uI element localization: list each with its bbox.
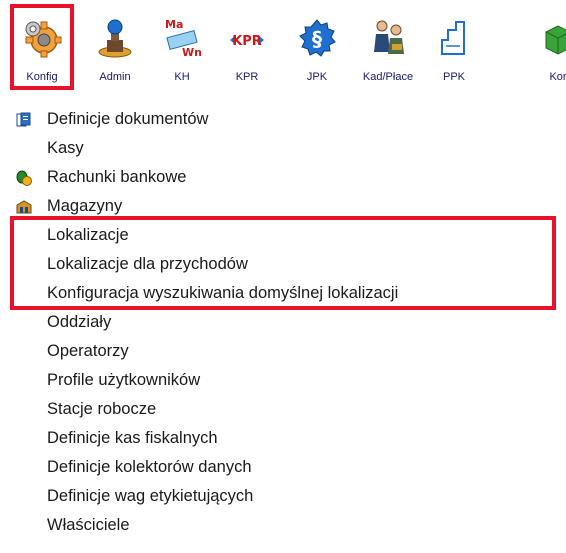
toolbar-button-ppk[interactable]: PPK <box>426 8 482 88</box>
konfig-selection-highlight <box>10 4 74 90</box>
toolbar-button-kad-place[interactable]: Kad/Płace <box>356 8 420 88</box>
ppk-chart-icon <box>441 21 465 55</box>
toolbar-label: PPK <box>442 71 465 83</box>
menu-item-definicje-dokumentow[interactable]: Definicje dokumentów <box>0 105 566 134</box>
wn-text: Wn <box>182 46 202 58</box>
toolbar-label: KPR <box>235 71 259 83</box>
kpr-text: KPR <box>232 34 262 49</box>
ma-text: Ma <box>165 18 183 31</box>
menu-item-definicje-kas-fiskalnych[interactable]: Definicje kas fiskalnych <box>0 424 566 453</box>
toolbar-button-kh[interactable]: Ma Wn KH <box>154 8 210 88</box>
toolbar-button-kpr[interactable]: KPR KPR <box>216 8 278 88</box>
menu-item-label: Kasy <box>47 139 84 157</box>
menu-item-definicje-kolektorow-danych[interactable]: Definicje kolektorów danych <box>0 453 566 482</box>
toolbar-label: Kor <box>549 71 566 83</box>
menu-item-stacje-robocze[interactable]: Stacje robocze <box>0 395 566 424</box>
jpk-paragraph-icon: § <box>299 19 336 57</box>
menu-item-operatorzy[interactable]: Operatorzy <box>0 337 566 366</box>
toolbar-label: Kad/Płace <box>362 71 414 83</box>
toolbar-button-jpk[interactable]: § JPK <box>286 8 348 88</box>
menu-item-profile-uzytkownikow[interactable]: Profile użytkowników <box>0 366 566 395</box>
ma-wn-ledger-icon: Ma Wn <box>165 18 202 58</box>
green-cube-icon <box>545 25 566 55</box>
warehouse-icon <box>16 200 32 214</box>
admin-stamp-icon <box>98 19 132 58</box>
documents-icon <box>16 112 31 127</box>
menu-item-kasy[interactable]: Kasy <box>0 134 566 163</box>
toolbar-label: Admin <box>99 71 131 83</box>
jpk-symbol: § <box>312 27 322 51</box>
menu-item-definicje-wag-etykietujacych[interactable]: Definicje wag etykietujących <box>0 482 566 511</box>
staff-payroll-icon <box>374 20 404 54</box>
menu-item-label: Oddziały <box>47 313 112 331</box>
menu-item-label: Definicje kolektorów danych <box>47 458 252 476</box>
menu-item-label: Definicje kas fiskalnych <box>47 429 218 447</box>
kpr-arrows-icon: KPR <box>230 34 264 49</box>
menu-item-label: Właściciele <box>47 516 130 534</box>
toolbar: Konfig Admin Ma Wn KH KPR KPR § JPK Kad/… <box>0 0 566 96</box>
menu-item-label: Stacje robocze <box>47 400 157 418</box>
toolbar-label: KH <box>174 71 190 83</box>
menu-item-oddzialy[interactable]: Oddziały <box>0 308 566 337</box>
menu-item-wlasciciele[interactable]: Właściciele <box>0 511 566 540</box>
lokalizacje-group-highlight <box>10 216 556 310</box>
menu-item-label: Operatorzy <box>47 342 129 360</box>
bank-money-icon <box>16 170 32 186</box>
menu-item-label: Profile użytkowników <box>47 371 201 389</box>
menu-item-rachunki-bankowe[interactable]: Rachunki bankowe <box>0 163 566 192</box>
toolbar-button-kor[interactable]: Kor <box>530 8 566 88</box>
menu-item-label: Definicje dokumentów <box>47 110 209 128</box>
toolbar-button-admin[interactable]: Admin <box>84 8 146 88</box>
menu-item-label: Rachunki bankowe <box>47 168 187 186</box>
toolbar-label: JPK <box>306 71 328 83</box>
menu-item-label: Definicje wag etykietujących <box>47 487 254 505</box>
